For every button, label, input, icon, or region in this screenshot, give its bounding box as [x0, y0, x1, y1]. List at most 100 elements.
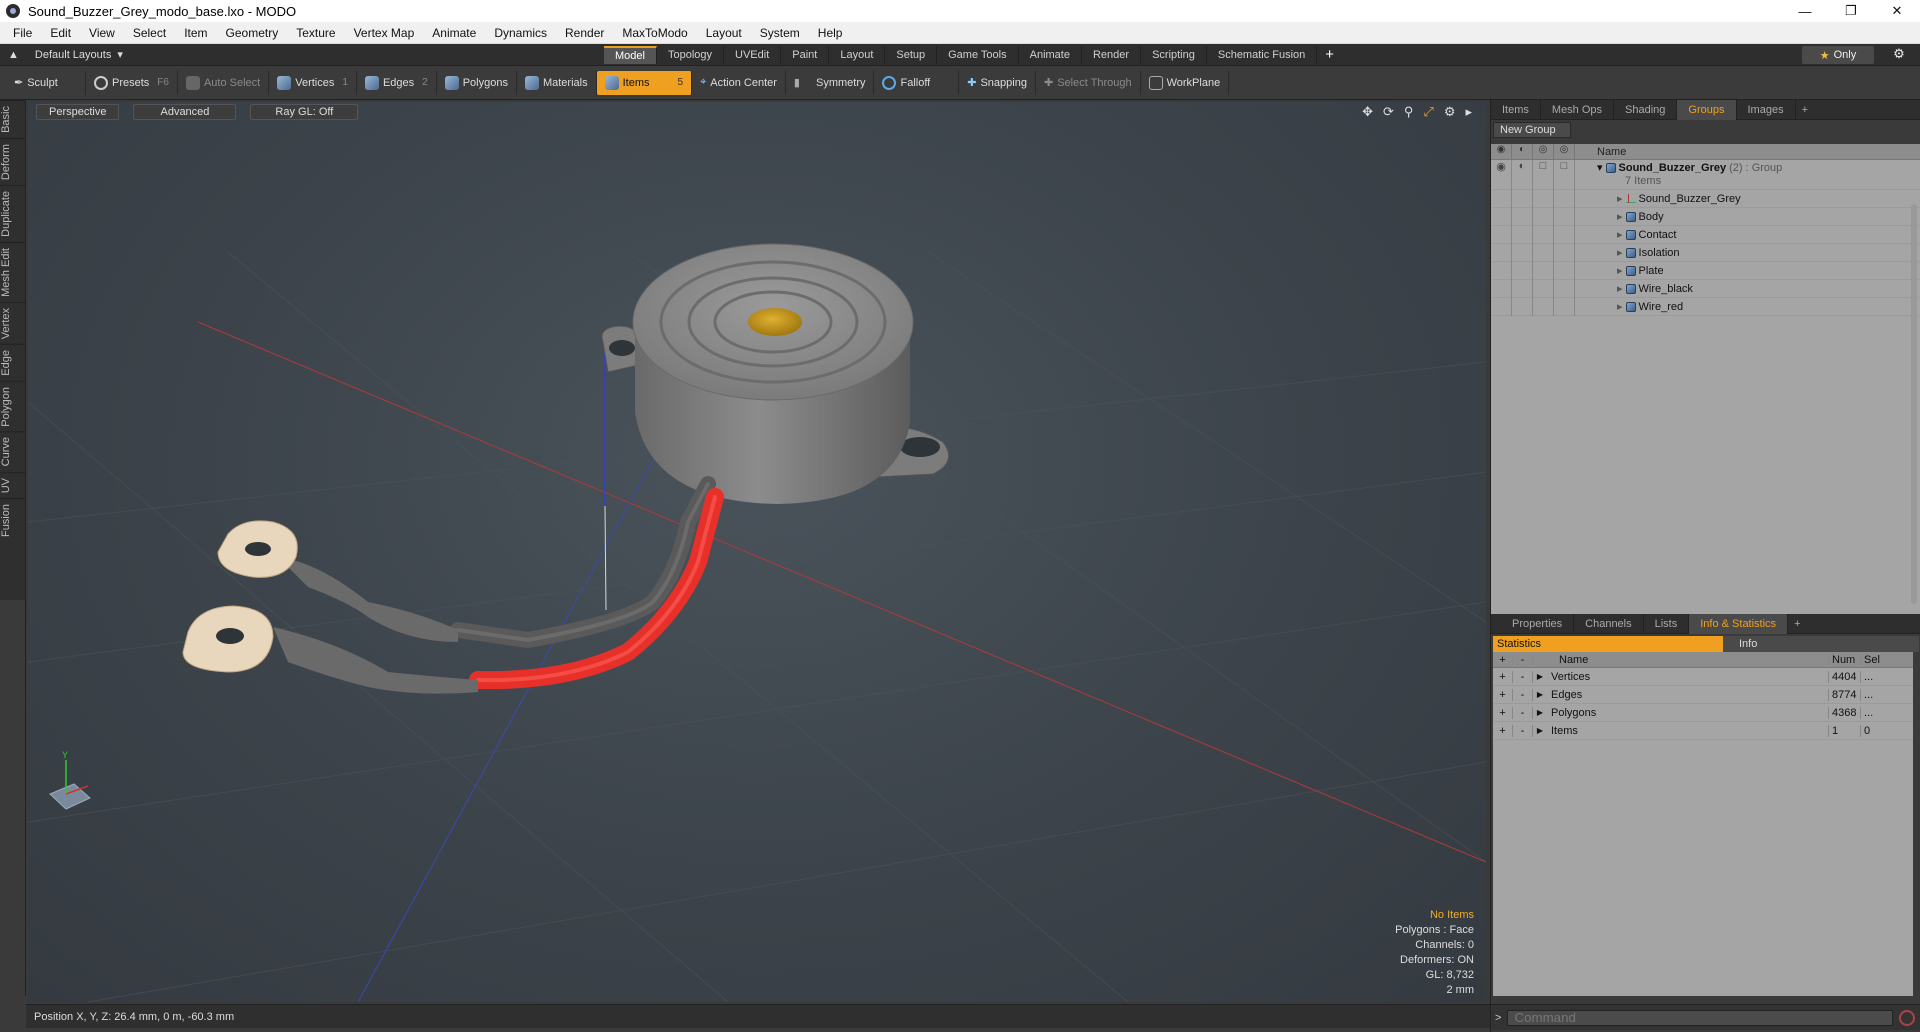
tree-item-sound-buzzer-grey[interactable]: ▸ Sound_Buzzer_Grey	[1491, 189, 1920, 208]
tree-item-isolation[interactable]: ▸ Isolation	[1491, 243, 1920, 262]
tab-items[interactable]: Items	[1491, 99, 1541, 120]
tooltab-deform[interactable]: Deform	[0, 137, 26, 185]
add-panel-tab-icon[interactable]: +	[1796, 104, 1814, 116]
tab-render[interactable]: Render	[1082, 45, 1142, 64]
plus-icon[interactable]: +	[1493, 670, 1513, 683]
expand-triangle-icon[interactable]: ▶	[1533, 690, 1547, 699]
add-all-icon[interactable]: +	[1493, 653, 1513, 666]
tree-item-body[interactable]: ▸ Body	[1491, 207, 1920, 226]
select-toggle-icon[interactable]: □	[1554, 159, 1575, 190]
tab-groups[interactable]: Groups	[1677, 99, 1737, 120]
sculpt-button[interactable]: ✒ Sculpt	[6, 70, 86, 95]
menu-layout[interactable]: Layout	[697, 26, 751, 40]
tooltab-edge[interactable]: Edge	[0, 343, 26, 381]
tab-channels[interactable]: Channels	[1574, 613, 1644, 634]
layout-selector[interactable]: ▲ Default Layouts ▾	[0, 48, 600, 62]
table-row[interactable]: + - ▶ Vertices 4404 ...	[1493, 668, 1913, 686]
tooltab-mesh-edit[interactable]: Mesh Edit	[0, 241, 26, 302]
menu-vertex-map[interactable]: Vertex Map	[345, 26, 424, 40]
menu-help[interactable]: Help	[809, 26, 852, 40]
lock-toggle-icon[interactable]: □	[1533, 159, 1554, 190]
tab-shading[interactable]: Shading	[1614, 99, 1678, 120]
expand-triangle-icon[interactable]: ▶	[1533, 672, 1547, 681]
menu-render[interactable]: Render	[556, 26, 613, 40]
tab-images[interactable]: Images	[1737, 99, 1796, 120]
tab-schematic-fusion[interactable]: Schematic Fusion	[1207, 45, 1318, 64]
tooltab-vertex[interactable]: Vertex	[0, 301, 26, 344]
tree-item-wire-black[interactable]: ▸ Wire_black	[1491, 279, 1920, 298]
expand-triangle-icon[interactable]: ▶	[1533, 726, 1547, 735]
tooltab-basic[interactable]: Basic	[0, 100, 26, 138]
tab-game-tools[interactable]: Game Tools	[937, 45, 1019, 64]
group-row[interactable]: ◉ ◐ □ □ ▾ Sound_Buzzer_Grey (2) : Group …	[1491, 159, 1920, 190]
rotate-view-icon[interactable]: ⟳	[1383, 104, 1394, 120]
only-button[interactable]: ★ Only	[1802, 46, 1874, 64]
menu-system[interactable]: System	[751, 26, 809, 40]
tab-layout[interactable]: Layout	[829, 45, 886, 64]
presets-button[interactable]: Presets F6	[86, 70, 178, 95]
auto-select-button[interactable]: Auto Select	[178, 70, 270, 95]
plus-icon[interactable]: +	[1493, 688, 1513, 701]
tab-model[interactable]: Model	[604, 45, 657, 64]
minimize-icon[interactable]: —	[1782, 0, 1828, 22]
tab-info-statistics[interactable]: Info & Statistics	[1689, 613, 1789, 634]
polygons-button[interactable]: Polygons	[437, 70, 517, 95]
fit-view-icon[interactable]: ⤢	[1423, 104, 1433, 120]
tooltab-duplicate[interactable]: Duplicate	[0, 184, 26, 242]
edges-button[interactable]: Edges 2	[357, 70, 437, 95]
record-macro-icon[interactable]	[1899, 1009, 1915, 1026]
tab-uvedit[interactable]: UVEdit	[724, 45, 782, 64]
menu-geometry[interactable]: Geometry	[217, 26, 288, 40]
tree-item-wire-red[interactable]: ▸ Wire_red	[1491, 297, 1920, 316]
tab-mesh-ops[interactable]: Mesh Ops	[1541, 99, 1615, 120]
tree-scrollbar[interactable]	[1911, 204, 1917, 604]
add-tab-icon[interactable]: +	[1317, 46, 1342, 63]
move-view-icon[interactable]: ✥	[1362, 104, 1373, 120]
tooltab-polygon[interactable]: Polygon	[0, 380, 26, 432]
viewport-gear-icon[interactable]: ⚙	[1444, 104, 1456, 120]
info-subtab[interactable]: Info	[1723, 636, 1919, 652]
table-row[interactable]: + - ▶ Items 1 0	[1493, 722, 1913, 740]
tooltab-fusion[interactable]: Fusion	[0, 498, 26, 543]
falloff-button[interactable]: Falloff	[874, 70, 960, 95]
action-center-button[interactable]: ⌖ Action Center	[692, 70, 786, 95]
view-mode-button[interactable]: Perspective	[36, 104, 120, 120]
tooltab-curve[interactable]: Curve	[0, 431, 26, 472]
vertices-button[interactable]: Vertices 1	[269, 70, 357, 95]
new-group-button[interactable]: New Group	[1493, 122, 1571, 138]
close-icon[interactable]: ✕	[1874, 0, 1920, 22]
tree-item-plate[interactable]: ▸ Plate	[1491, 261, 1920, 280]
command-input[interactable]	[1507, 1009, 1893, 1026]
menu-file[interactable]: File	[4, 26, 41, 40]
3d-viewport[interactable]: Perspective Advanced Ray GL: Off ✥ ⟳ ⚲ ⤢…	[28, 102, 1486, 1002]
menu-select[interactable]: Select	[124, 26, 175, 40]
statistics-subtab[interactable]: Statistics	[1493, 636, 1723, 652]
workplane-button[interactable]: WorkPlane	[1141, 70, 1230, 95]
lock-col-icon[interactable]: ◎	[1533, 143, 1554, 160]
minus-icon[interactable]: -	[1513, 706, 1533, 719]
menu-view[interactable]: View	[80, 26, 124, 40]
gear-icon[interactable]: ⚙	[1890, 46, 1908, 64]
tooltab-uv[interactable]: UV	[0, 471, 26, 499]
plus-icon[interactable]: +	[1493, 724, 1513, 737]
menu-edit[interactable]: Edit	[41, 26, 80, 40]
menu-dynamics[interactable]: Dynamics	[485, 26, 556, 40]
items-button[interactable]: Items 5	[596, 70, 693, 95]
plus-icon[interactable]: +	[1493, 706, 1513, 719]
snapping-button[interactable]: ✚ Snapping	[959, 70, 1036, 95]
viewport-more-icon[interactable]: ▸	[1465, 104, 1472, 120]
remove-all-icon[interactable]: -	[1513, 653, 1533, 666]
expand-triangle-icon[interactable]: ▶	[1533, 708, 1547, 717]
zoom-view-icon[interactable]: ⚲	[1404, 104, 1414, 120]
menu-texture[interactable]: Texture	[287, 26, 344, 40]
tree-item-contact[interactable]: ▸ Contact	[1491, 225, 1920, 244]
menu-item[interactable]: Item	[175, 26, 216, 40]
shading-mode-button[interactable]: Advanced	[133, 104, 237, 120]
raygl-button[interactable]: Ray GL: Off	[250, 104, 359, 120]
minus-icon[interactable]: -	[1513, 670, 1533, 683]
eye-icon[interactable]: ◉	[1491, 159, 1512, 190]
maximize-icon[interactable]: ❐	[1828, 0, 1874, 22]
expand-chevron-icon[interactable]: ▾	[1597, 162, 1603, 175]
materials-button[interactable]: Materials	[517, 70, 597, 95]
tab-paint[interactable]: Paint	[781, 45, 830, 64]
